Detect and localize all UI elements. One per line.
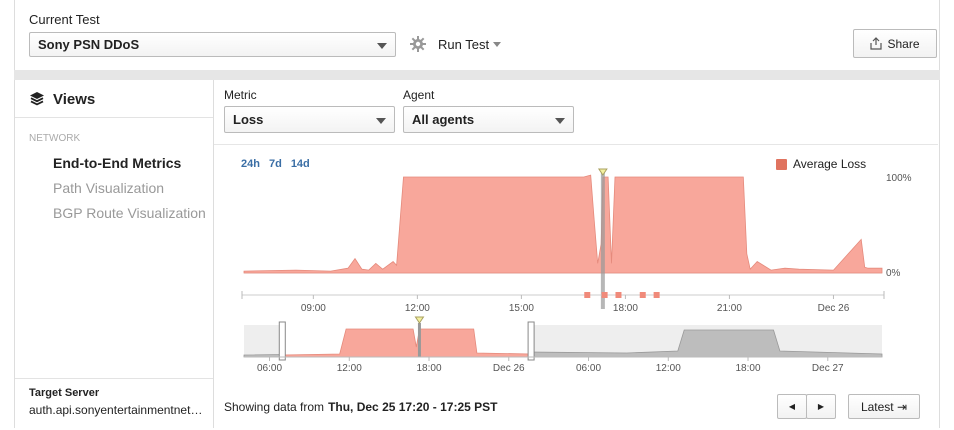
agent-value: All agents xyxy=(412,112,475,127)
current-test-value: Sony PSN DDoS xyxy=(38,37,140,52)
current-test-label: Current Test xyxy=(29,12,100,27)
event-marker[interactable] xyxy=(584,292,591,298)
caret-down-icon xyxy=(493,42,502,47)
next-icon: ▶ xyxy=(817,402,825,411)
loss-area xyxy=(243,174,883,274)
target-server-value: auth.api.sonyentertainmentnet… xyxy=(29,403,203,417)
share-button[interactable]: Share xyxy=(853,29,937,58)
overview-x-tick-label: 18:00 xyxy=(736,363,761,374)
gear-icon[interactable] xyxy=(410,36,426,52)
y-tick-label: 0% xyxy=(886,268,901,279)
agent-label: Agent xyxy=(403,88,435,102)
chevron-down-icon xyxy=(376,117,386,124)
overview-x-tick-label: 06:00 xyxy=(576,363,601,374)
divider xyxy=(214,144,938,145)
x-tick-label: Dec 26 xyxy=(818,303,850,314)
x-tick-label: 15:00 xyxy=(509,303,534,314)
y-tick-label: 100% xyxy=(886,173,912,184)
x-tick-label: 09:00 xyxy=(301,303,326,314)
overview-x-tick-label: Dec 26 xyxy=(493,363,525,374)
agent-select[interactable]: All agents xyxy=(403,106,574,133)
chevron-down-icon xyxy=(377,42,387,49)
loss-chart[interactable]: 100% 0% 09:00 12:00 15:00 18:00 21:00 Dec 26 06:… xyxy=(214,165,940,425)
metric-label: Metric xyxy=(224,88,257,102)
showing-text: Showing data from Thu, Dec 25 17:20 - 17… xyxy=(224,400,497,414)
latest-button[interactable]: Latest ⇥ xyxy=(848,394,920,419)
overview-triangle-icon xyxy=(414,316,425,324)
chevron-down-icon xyxy=(555,117,565,124)
overview-drag-handle[interactable] xyxy=(278,321,286,361)
selection-marker[interactable] xyxy=(600,173,605,309)
x-tick-label: 18:00 xyxy=(613,303,638,314)
metric-value: Loss xyxy=(233,112,264,127)
share-label: Share xyxy=(887,36,920,51)
main-panel: Metric Loss Agent All agents 24h 7d 14d … xyxy=(214,80,940,428)
sidebar-item-bgp-route-visualization[interactable]: BGP Route Visualization xyxy=(53,205,206,221)
overview-x-tick-label: 12:00 xyxy=(337,363,362,374)
share-icon xyxy=(870,37,883,50)
layers-icon xyxy=(30,92,44,106)
sidebar-item-end-to-end-metrics[interactable]: End-to-End Metrics xyxy=(53,155,181,171)
sidebar-item-path-visualization[interactable]: Path Visualization xyxy=(53,180,164,196)
sidebar: Views NETWORK End-to-End Metrics Path Vi… xyxy=(14,80,214,428)
latest-label: Latest ⇥ xyxy=(860,399,908,414)
event-marker[interactable] xyxy=(653,292,660,298)
separator-band xyxy=(14,70,940,80)
overview-x-tick-label: 06:00 xyxy=(257,363,282,374)
divider xyxy=(15,378,213,379)
divider xyxy=(15,117,213,118)
overview-selection-marker xyxy=(417,323,421,357)
overview-drag-handle[interactable] xyxy=(527,321,535,361)
prev-button[interactable]: ◀ xyxy=(777,394,807,419)
prev-icon: ◀ xyxy=(788,402,796,411)
x-tick-label: 12:00 xyxy=(405,303,430,314)
event-marker[interactable] xyxy=(639,292,646,298)
overview-x-tick-label: 18:00 xyxy=(417,363,442,374)
showing-prefix: Showing data from xyxy=(224,400,325,414)
run-test-label: Run Test xyxy=(438,37,490,52)
event-marker[interactable] xyxy=(601,292,608,298)
section-label: NETWORK xyxy=(29,133,81,144)
views-title: Views xyxy=(53,91,96,108)
event-marker[interactable] xyxy=(615,292,622,298)
next-button[interactable]: ▶ xyxy=(806,394,836,419)
run-test-button[interactable]: Run Test xyxy=(438,37,502,52)
metric-select[interactable]: Loss xyxy=(224,106,395,133)
showing-value: Thu, Dec 25 17:20 - 17:25 PST xyxy=(328,400,498,414)
selection-triangle-icon xyxy=(597,168,608,176)
current-test-select[interactable]: Sony PSN DDoS xyxy=(29,32,396,57)
overview-x-tick-label: Dec 27 xyxy=(812,363,844,374)
top-bar: Current Test Sony PSN DDoS Run Test Shar… xyxy=(14,0,940,70)
overview-x-tick-label: 12:00 xyxy=(656,363,681,374)
target-server-label: Target Server xyxy=(29,387,100,399)
x-tick-label: 21:00 xyxy=(717,303,742,314)
